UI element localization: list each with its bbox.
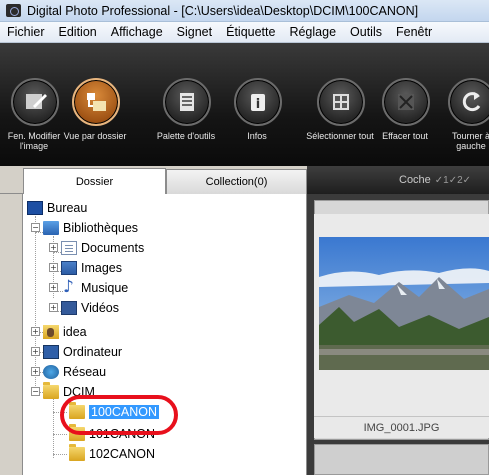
highlight-circle-annotation [60,395,178,435]
collapse-icon[interactable]: − [31,387,40,396]
folder-view-icon [72,78,120,126]
tool-palette-button[interactable]: Palette d'outils [155,48,217,163]
tree-item-label: idea [63,324,87,339]
user-folder-icon [43,324,59,339]
library-icon [43,220,59,235]
tree-item-label: 102CANON [89,446,155,461]
camera-app-icon [6,4,21,17]
window-title: Digital Photo Professional - [C:\Users\i… [27,3,419,18]
edit-image-icon [11,78,59,126]
edit-image-window-button[interactable]: Fen. Modifier l'image [3,48,65,163]
clear-all-button[interactable]: Effacer tout [374,48,436,163]
tree-item-label: Bureau [47,200,88,215]
collapse-icon[interactable]: − [31,223,40,232]
tree-item-documents[interactable]: + Documents [49,238,144,257]
tab-collection[interactable]: Collection(0) [166,169,307,194]
folder-view-button[interactable]: Vue par dossier [64,48,126,163]
tool-palette-icon [163,78,211,126]
documents-icon [61,240,77,255]
tree-item-label: Musique [81,280,129,295]
check-label: Coche [399,174,431,186]
check-mark-header: Coche ✓1✓2✓ [307,166,489,194]
expand-icon[interactable]: + [49,263,58,272]
title-bar: Digital Photo Professional - [C:\Users\i… [0,0,489,22]
tree-item-label: Ordinateur [63,344,123,359]
toolbar-label: Vue par dossier [63,131,127,141]
folder-icon [43,381,59,399]
desktop-icon [27,200,43,215]
menu-affichage[interactable]: Affichage [104,25,170,39]
tree-item-label: Vidéos [81,300,119,315]
menu-outils[interactable]: Outils [343,25,389,39]
menu-etiquette[interactable]: Étiquette [219,25,282,39]
rotate-left-button[interactable]: Tourner à gauche [440,48,489,163]
tree-item-bureau[interactable]: Bureau [27,198,87,217]
tree-item-102canon[interactable]: 102CANON [69,443,155,463]
expand-icon[interactable]: + [49,303,58,312]
photo-thumbnail[interactable] [319,237,489,370]
video-icon [61,300,77,315]
tree-item-images[interactable]: + Images [49,258,122,277]
tree-item-musique[interactable]: + Musique [49,277,129,297]
toolbar: Fen. Modifier l'image Vue par dossier Pa… [0,43,489,166]
expand-icon[interactable]: + [49,283,58,292]
tab-dossier[interactable]: Dossier [23,168,166,194]
expand-icon[interactable]: + [31,367,40,376]
toolbar-label: Sélectionner tout [306,131,374,141]
panel-left-edge [0,194,22,475]
toolbar-label: Infos [247,131,267,141]
tree-item-label: Réseau [63,364,107,379]
tree-item-label: Documents [81,240,145,255]
expand-icon[interactable]: + [31,347,40,356]
thumbnail-filename: IMG_0001.JPG [314,416,489,438]
tree-item-bibliotheques[interactable]: − Bibliothèques [31,218,138,237]
tree-item-reseau[interactable]: + Réseau [31,362,106,381]
tree-item-label: Bibliothèques [63,220,139,235]
toolbar-label: Effacer tout [382,131,428,141]
svg-text:i: i [256,97,260,112]
panel-tabs: Dossier Collection(0) [0,166,307,194]
menu-signet[interactable]: Signet [170,25,219,39]
toolbar-label: Palette d'outils [156,131,216,141]
folder-icon [69,443,85,461]
toolbar-label: Fen. Modifier l'image [7,131,61,151]
network-icon [43,364,59,379]
menu-reglage[interactable]: Réglage [282,25,343,39]
select-all-button[interactable]: Sélectionner tout [306,48,374,163]
next-thumbnail-frame[interactable] [314,444,489,475]
menu-fichier[interactable]: Fichier [0,25,52,39]
music-note-icon [61,277,77,297]
menu-bar: Fichier Edition Affichage Signet Étiquet… [0,22,489,43]
images-icon [61,260,77,275]
menu-edition[interactable]: Edition [52,25,104,39]
toolbar-label: Tourner à gauche [451,131,489,151]
tree-item-videos[interactable]: + Vidéos [49,298,119,317]
select-all-icon [317,78,365,126]
expand-icon[interactable]: + [49,243,58,252]
expand-icon[interactable]: + [31,327,40,336]
info-icon: i [234,78,282,126]
check-marks[interactable]: ✓1✓2✓ [435,175,471,186]
computer-icon [43,344,59,359]
tree-item-label: Images [81,260,122,275]
tree-item-idea[interactable]: + idea [31,322,87,341]
tree-item-ordinateur[interactable]: + Ordinateur [31,342,122,361]
clear-all-icon [382,78,430,126]
rotate-left-icon [448,78,489,126]
menu-fenetre[interactable]: Fenêtr [389,25,439,39]
info-button[interactable]: i Infos [226,48,288,163]
